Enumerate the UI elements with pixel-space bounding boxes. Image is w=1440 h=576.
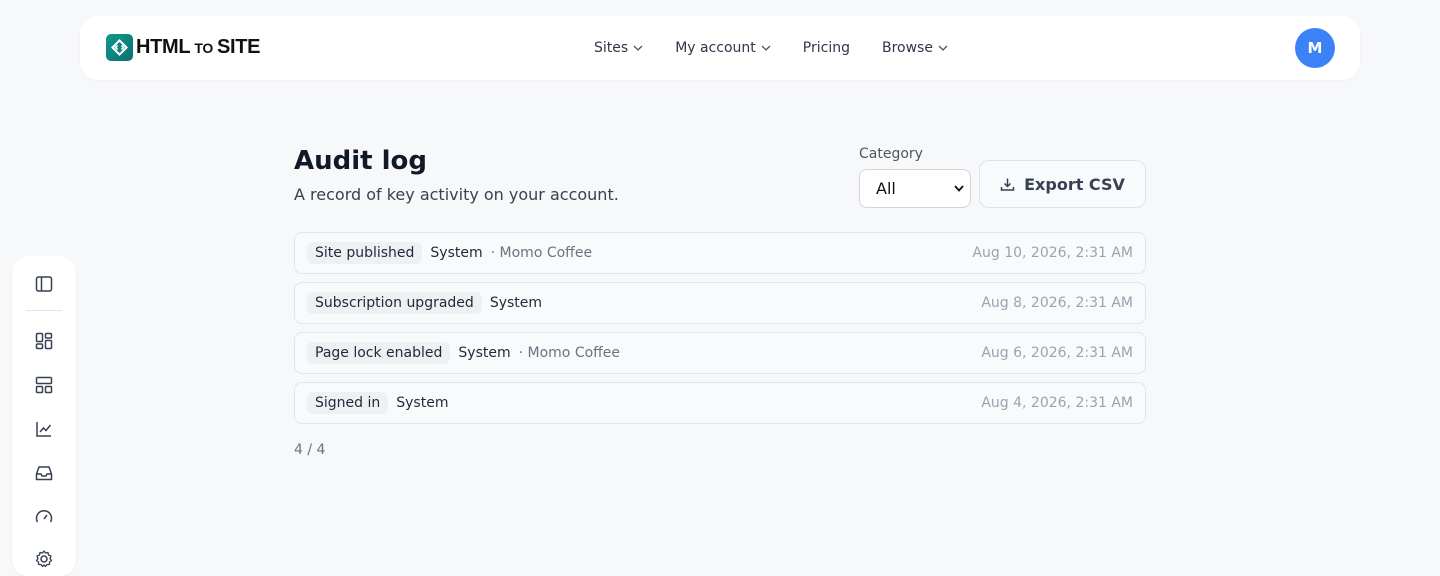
- logo-mark-icon: [106, 34, 133, 61]
- avatar[interactable]: M: [1295, 28, 1335, 68]
- event-badge: Signed in: [307, 392, 389, 414]
- event-actor: System: [430, 245, 483, 261]
- audit-log-row[interactable]: Subscription upgraded System Aug 8, 2026…: [294, 282, 1146, 324]
- event-site: · Momo Coffee: [490, 245, 593, 261]
- event-actor: System: [396, 395, 449, 411]
- chevron-down-icon: [938, 45, 948, 51]
- event-timestamp: Aug 10, 2026, 2:31 AM: [972, 245, 1133, 261]
- dashboard-icon[interactable]: [34, 331, 54, 351]
- audit-log-row[interactable]: Site published System · Momo Coffee Aug …: [294, 232, 1146, 274]
- category-select[interactable]: All: [859, 169, 971, 208]
- event-actor: System: [458, 345, 511, 361]
- nav-pricing[interactable]: Pricing: [803, 40, 850, 56]
- event-badge: Subscription upgraded: [307, 292, 482, 314]
- event-site: · Momo Coffee: [518, 345, 621, 361]
- gauge-icon[interactable]: [34, 507, 54, 527]
- event-timestamp: Aug 8, 2026, 2:31 AM: [981, 295, 1133, 311]
- audit-log-row[interactable]: Signed in System Aug 4, 2026, 2:31 AM: [294, 382, 1146, 424]
- chevron-down-icon: [633, 45, 643, 51]
- download-icon: [1000, 178, 1015, 191]
- chevron-down-icon: [954, 185, 964, 192]
- event-actor: System: [489, 295, 543, 311]
- logo[interactable]: HTML TO SITE: [106, 34, 261, 61]
- main-nav: Sites My account Pricing Browse: [594, 16, 980, 80]
- event-timestamp: Aug 4, 2026, 2:31 AM: [981, 395, 1133, 411]
- event-timestamp: Aug 6, 2026, 2:31 AM: [981, 345, 1133, 361]
- left-rail: [12, 256, 76, 576]
- category-select-value: All: [876, 179, 896, 198]
- sidebar-toggle-icon[interactable]: [34, 274, 54, 294]
- nav-sites[interactable]: Sites: [594, 40, 643, 56]
- layout-icon[interactable]: [34, 375, 54, 395]
- page-subtitle: A record of key activity on your account…: [294, 185, 619, 204]
- page-title: Audit log: [294, 146, 428, 176]
- result-count: 4 / 4: [294, 442, 326, 458]
- nav-browse[interactable]: Browse: [882, 40, 948, 56]
- export-csv-button[interactable]: Export CSV: [979, 160, 1146, 208]
- nav-my-account[interactable]: My account: [675, 40, 771, 56]
- event-badge: Page lock enabled: [307, 342, 451, 364]
- event-badge: Site published: [307, 242, 423, 264]
- chevron-down-icon: [761, 45, 771, 51]
- gear-icon[interactable]: [34, 549, 54, 569]
- audit-log-row[interactable]: Page lock enabled System · Momo Coffee A…: [294, 332, 1146, 374]
- logo-text: HTML TO SITE: [136, 36, 261, 58]
- rail-divider: [26, 310, 62, 311]
- inbox-icon[interactable]: [34, 463, 54, 483]
- chart-icon[interactable]: [34, 419, 54, 439]
- top-header: HTML TO SITE Sites My account Pricing Brow…: [80, 16, 1360, 80]
- category-label: Category: [859, 146, 923, 162]
